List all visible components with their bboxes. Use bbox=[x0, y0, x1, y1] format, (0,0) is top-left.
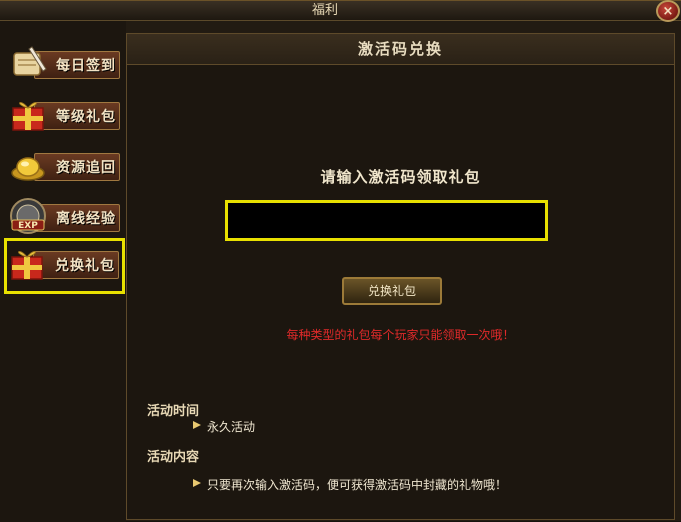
sidebar-item-redeem-gift[interactable]: 兑换礼包 bbox=[4, 238, 125, 294]
bullet-arrow-icon bbox=[193, 479, 201, 487]
gold-ingot-icon bbox=[11, 157, 45, 181]
svg-text:EXP: EXP bbox=[18, 221, 38, 231]
redeem-button[interactable]: 兑换礼包 bbox=[342, 277, 442, 305]
sidebar-item-label: 兑换礼包 bbox=[55, 258, 115, 274]
window-title: 福利 bbox=[311, 3, 338, 18]
close-icon: × bbox=[662, 3, 674, 19]
redeem-panel: 激活码兑换 请输入激活码领取礼包 兑换礼包 每种类型的礼包每个玩家只能领取一次哦… bbox=[126, 33, 675, 520]
sidebar-item-label: 离线经验 bbox=[56, 211, 116, 227]
gift-box-icon bbox=[12, 102, 44, 131]
welfare-window: 福利 × 每日签到 等级礼包 资源追回 EXP 离线经验 兑换礼包 激活码兑换 … bbox=[0, 0, 681, 522]
panel-title: 激活码兑换 bbox=[357, 40, 443, 58]
sidebar-item-daily-signin[interactable]: 每日签到 bbox=[8, 41, 120, 85]
sidebar-item-label: 资源追回 bbox=[56, 160, 116, 176]
activation-code-input[interactable] bbox=[225, 200, 548, 241]
sidebar: 每日签到 等级礼包 资源追回 EXP 离线经验 兑换礼包 bbox=[0, 21, 126, 522]
sidebar-item-level-gift[interactable]: 等级礼包 bbox=[8, 92, 120, 136]
bullet-arrow-icon bbox=[193, 421, 201, 429]
warning-text: 每种类型的礼包每个玩家只能领取一次哦！ bbox=[286, 328, 515, 342]
sidebar-item-resource-recovery[interactable]: 资源追回 bbox=[8, 143, 120, 187]
title-bar: 福利 bbox=[0, 1, 681, 21]
activity-time-text: 永久活动 bbox=[207, 420, 256, 434]
scroll-quill-icon bbox=[13, 46, 47, 76]
panel-header: 激活码兑换 bbox=[127, 34, 674, 65]
exp-book-icon: EXP bbox=[10, 198, 46, 234]
activity-content-text: 只要再次输入激活码，便可获得激活码中封藏的礼物哦！ bbox=[207, 478, 508, 492]
gift-box-icon bbox=[11, 251, 43, 280]
sidebar-item-label: 等级礼包 bbox=[56, 109, 116, 125]
sidebar-item-offline-exp[interactable]: EXP 离线经验 bbox=[8, 194, 120, 238]
sidebar-item-label: 每日签到 bbox=[56, 58, 116, 74]
activity-content-title: 活动内容 bbox=[147, 450, 200, 465]
close-button[interactable]: × bbox=[656, 0, 680, 22]
activity-time-title: 活动时间 bbox=[147, 404, 200, 419]
redeem-prompt: 请输入激活码领取礼包 bbox=[320, 168, 481, 186]
